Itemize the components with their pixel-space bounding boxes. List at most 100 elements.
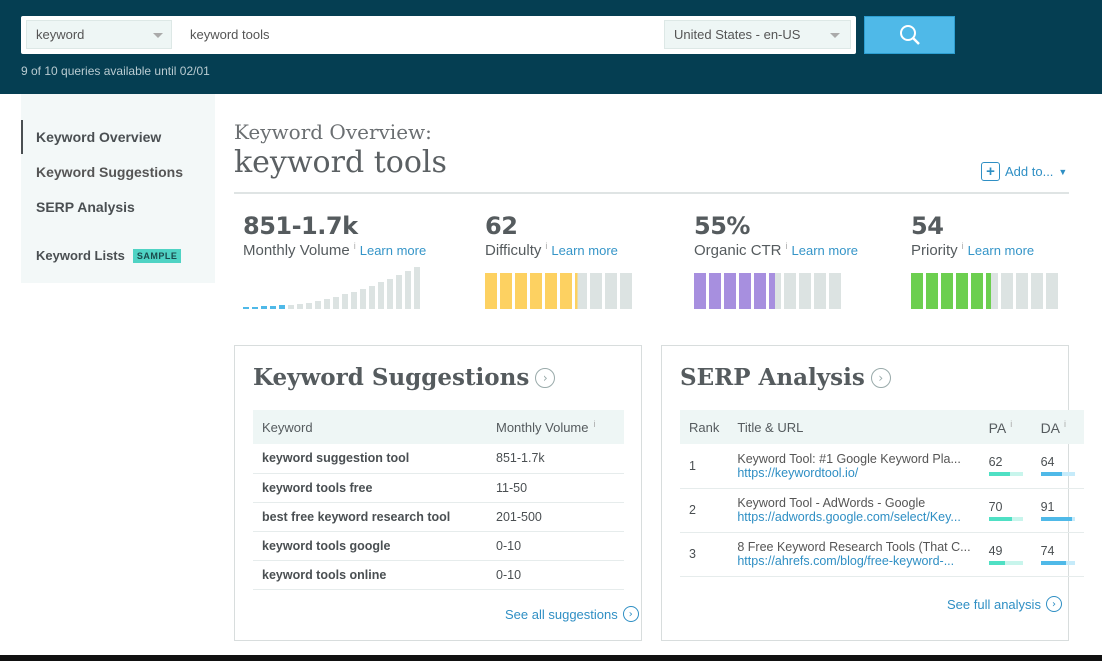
- plus-icon: +: [981, 162, 1000, 181]
- gauge-segment: [1016, 273, 1028, 309]
- chevron-right-circle-icon[interactable]: ›: [535, 367, 556, 388]
- quota-text: 9 of 10 queries available until 02/01: [21, 64, 210, 78]
- metric-gauge: [694, 273, 841, 309]
- gauge-segment: [500, 273, 512, 309]
- rank-cell: 3: [680, 532, 729, 577]
- gauge-segment: [1001, 273, 1013, 309]
- chevron-down-icon: [830, 33, 840, 38]
- volume-cell: 0-10: [487, 531, 624, 561]
- score-bar: [1040, 516, 1075, 521]
- learn-more-link[interactable]: Learn more: [360, 243, 426, 258]
- gauge-segment: [605, 273, 617, 309]
- caret-down-icon: ▼: [1058, 166, 1068, 177]
- sidebar-item-serp-analysis[interactable]: SERP Analysis: [36, 199, 135, 215]
- metric-monthly-volume: 851-1.7k Monthly Volume i Learn more: [243, 212, 443, 259]
- volume-bar: [297, 304, 303, 309]
- result-url[interactable]: https://adwords.google.com/select/Key...: [737, 510, 970, 524]
- gauge-segment: [926, 273, 938, 309]
- search-button[interactable]: [864, 16, 955, 54]
- da-value: 64: [1040, 455, 1055, 470]
- info-icon[interactable]: i: [354, 241, 356, 251]
- volume-bar: [369, 286, 375, 309]
- volume-bar: [405, 271, 411, 309]
- sidebar-item-keyword-lists[interactable]: Keyword Lists SAMPLE: [36, 248, 182, 263]
- volume-bar: [378, 282, 384, 309]
- see-full-analysis-link[interactable]: See full analysis ›: [947, 596, 1062, 612]
- learn-more-link[interactable]: Learn more: [968, 243, 1034, 258]
- volume-bar: [252, 306, 258, 309]
- gauge-segment: [739, 273, 751, 309]
- col-label: PA: [988, 419, 1007, 436]
- rank-cell: 2: [680, 488, 729, 533]
- search-bar: keyword keyword tools United States - en…: [21, 16, 856, 54]
- info-icon: i: [1064, 418, 1067, 429]
- volume-chart: [243, 266, 420, 309]
- table-row[interactable]: best free keyword research tool 201-500: [253, 502, 624, 532]
- locale-select[interactable]: United States - en-US: [664, 20, 851, 49]
- rank-cell: 1: [680, 444, 729, 489]
- metric-value: 62: [485, 212, 518, 240]
- volume-bar: [414, 267, 420, 309]
- col-keyword: Keyword: [253, 410, 487, 444]
- chevron-right-circle-icon: ›: [1045, 596, 1062, 612]
- gauge-segment: [941, 273, 953, 309]
- volume-bar: [351, 292, 357, 309]
- metric-value: 54: [911, 212, 944, 240]
- chevron-down-icon: [153, 33, 163, 38]
- add-to-button[interactable]: + Add to... ▼: [981, 162, 1067, 181]
- learn-more-link[interactable]: Learn more: [551, 243, 617, 258]
- keyword-cell[interactable]: keyword tools free: [253, 473, 487, 503]
- col-rank: Rank: [680, 410, 729, 444]
- volume-bar: [333, 297, 339, 309]
- col-pa: PA i: [979, 410, 1032, 444]
- gauge-segment: [986, 273, 998, 309]
- metric-gauge: [485, 273, 632, 309]
- metric-organic-ctr: 55% Organic CTR i Learn more: [694, 212, 894, 259]
- table-row: 2 Keyword Tool - AdWords - Google https:/…: [680, 488, 1084, 533]
- keyword-cell[interactable]: keyword tools online: [253, 560, 487, 590]
- search-type-select[interactable]: keyword: [26, 20, 172, 49]
- sidebar-item-keyword-suggestions[interactable]: Keyword Suggestions: [36, 164, 183, 180]
- result-url[interactable]: https://keywordtool.io/: [737, 466, 970, 480]
- gauge-segment: [545, 273, 557, 309]
- keyword-cell[interactable]: keyword tools google: [253, 531, 487, 561]
- chevron-right-circle-icon[interactable]: ›: [870, 367, 891, 388]
- gauge-segment: [620, 273, 632, 309]
- info-icon[interactable]: i: [962, 241, 964, 251]
- col-label: Monthly Volume: [496, 420, 589, 435]
- serp-title[interactable]: SERP Analysis: [680, 364, 865, 391]
- volume-cell: 201-500: [487, 502, 624, 532]
- top-header: keyword keyword tools United States - en…: [0, 0, 1102, 94]
- info-icon[interactable]: i: [786, 241, 788, 251]
- info-icon: i: [1010, 418, 1013, 429]
- table-row[interactable]: keyword tools free 11-50: [253, 473, 624, 503]
- chevron-right-circle-icon: ›: [622, 606, 639, 622]
- see-all-suggestions-link[interactable]: See all suggestions ›: [505, 606, 639, 622]
- table-row[interactable]: keyword tools online 0-10: [253, 560, 624, 590]
- serp-table: Rank Title & URL PA i DA i 1 Keyword Tool: #1…: [680, 410, 1084, 577]
- table-row[interactable]: keyword tools google 0-10: [253, 531, 624, 561]
- gauge-segment: [1046, 273, 1058, 309]
- gauge-segment: [590, 273, 602, 309]
- gauge-segment: [575, 273, 587, 309]
- metric-label: Monthly Volume: [243, 242, 350, 259]
- serp-analysis-card: SERP Analysis › Rank Title & URL PA i DA i 1 K…: [661, 345, 1084, 641]
- volume-bar: [315, 301, 321, 309]
- suggestions-table: Keyword Monthly Volume i keyword suggestio…: [253, 410, 624, 590]
- keyword-cell[interactable]: keyword suggestion tool: [253, 444, 487, 474]
- metric-value: 55%: [694, 212, 750, 240]
- pa-value: 49: [988, 543, 1003, 558]
- active-indicator: [21, 120, 23, 154]
- gauge-segment: [1031, 273, 1043, 309]
- keyword-cell[interactable]: best free keyword research tool: [253, 502, 487, 532]
- gauge-segment: [694, 273, 706, 309]
- sidebar-item-keyword-overview[interactable]: Keyword Overview: [36, 129, 161, 145]
- gauge-segment: [724, 273, 736, 309]
- search-input[interactable]: keyword tools: [190, 27, 269, 42]
- info-icon[interactable]: i: [545, 241, 547, 251]
- bottom-bar: [0, 655, 1102, 661]
- suggestions-title[interactable]: Keyword Suggestions: [253, 364, 529, 391]
- learn-more-link[interactable]: Learn more: [792, 243, 858, 258]
- table-row[interactable]: keyword suggestion tool 851-1.7k: [253, 444, 624, 474]
- result-url[interactable]: https://ahrefs.com/blog/free-keyword-...: [737, 554, 970, 568]
